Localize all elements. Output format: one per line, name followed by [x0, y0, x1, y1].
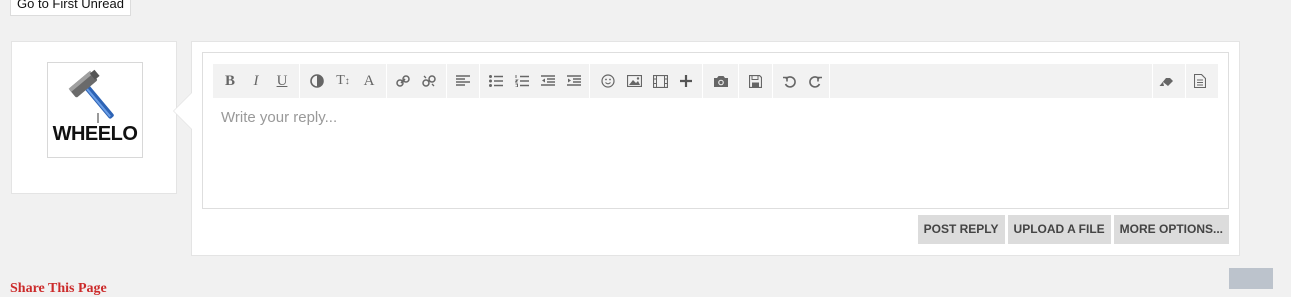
align-left-icon[interactable] — [450, 64, 476, 98]
rich-text-editor: B I U T ↕ A Write your reply... — [202, 52, 1229, 209]
text-color-icon[interactable] — [304, 64, 330, 98]
camera-icon[interactable] — [708, 64, 734, 98]
italic-button[interactable]: I — [243, 64, 269, 98]
remove-formatting-icon[interactable] — [1153, 64, 1179, 98]
post-reply-button[interactable]: POST REPLY — [917, 215, 1005, 244]
reply-textarea[interactable]: Write your reply... — [221, 109, 337, 126]
reply-editor-panel: B I U T ↕ A Write your reply... POST REP… — [173, 41, 1240, 256]
bullet-list-icon[interactable] — [483, 64, 509, 98]
toolbar-separator — [479, 64, 480, 98]
more-options-button[interactable]: MORE OPTIONS... — [1113, 215, 1229, 244]
reply-actions: POST REPLY UPLOAD A FILE MORE OPTIONS... — [917, 215, 1229, 244]
toolbar-separator — [299, 64, 300, 98]
toolbar-separator — [386, 64, 387, 98]
font-family-icon[interactable]: A — [356, 64, 382, 98]
avatar-panel: WHEELO — [11, 41, 177, 194]
go-to-first-unread-button[interactable]: Go to First Unread — [10, 0, 131, 16]
scroll-to-top-button[interactable] — [1229, 268, 1273, 289]
toolbar-separator — [702, 64, 703, 98]
outdent-icon[interactable] — [535, 64, 561, 98]
indent-icon[interactable] — [561, 64, 587, 98]
save-draft-icon[interactable] — [742, 64, 768, 98]
media-icon[interactable] — [647, 64, 673, 98]
image-icon[interactable] — [621, 64, 647, 98]
toolbar-separator — [589, 64, 590, 98]
underline-button[interactable]: U — [269, 64, 295, 98]
redo-icon[interactable] — [802, 64, 828, 98]
speech-arrow — [174, 93, 192, 129]
toolbar-separator — [772, 64, 773, 98]
editor-toolbar: B I U T ↕ A — [213, 64, 1218, 98]
avatar-text: WHEELO — [52, 123, 138, 145]
toolbar-separator — [446, 64, 447, 98]
toolbar-separator — [738, 64, 739, 98]
share-page-heading: Share This Page — [10, 281, 107, 296]
smilies-icon[interactable] — [595, 64, 621, 98]
insert-plus-icon[interactable] — [673, 64, 699, 98]
toolbar-separator — [1185, 64, 1186, 98]
undo-icon[interactable] — [776, 64, 802, 98]
numbered-list-icon[interactable] — [509, 64, 535, 98]
font-size-icon[interactable]: T ↕ — [330, 64, 356, 98]
upload-file-button[interactable]: UPLOAD A FILE — [1007, 215, 1111, 244]
hammer-icon — [68, 69, 114, 123]
toggle-bbcode-icon[interactable] — [1187, 64, 1213, 98]
avatar[interactable]: WHEELO — [47, 62, 143, 158]
unlink-icon[interactable] — [416, 64, 442, 98]
bold-button[interactable]: B — [217, 64, 243, 98]
link-icon[interactable] — [390, 64, 416, 98]
toolbar-separator — [829, 64, 830, 98]
